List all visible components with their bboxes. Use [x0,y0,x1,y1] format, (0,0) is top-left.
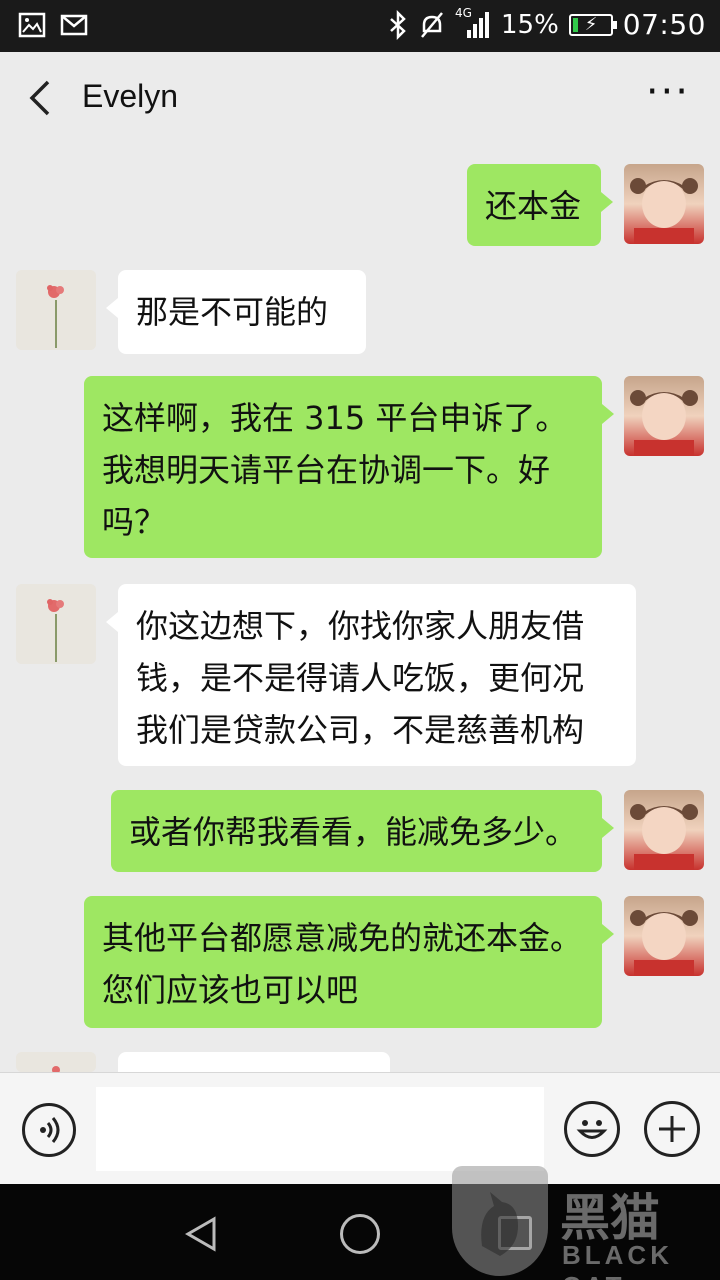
nav-home-icon[interactable] [340,1214,380,1254]
message-text: 或者你帮我看看，能减免多少。 [129,813,578,851]
my-avatar[interactable] [624,164,704,244]
network-type: 4G [455,5,472,20]
message-bubble-received[interactable]: 你这边想下，你找你家人朋友借 钱，是不是得请人吃饭，更何况 我们是贷款公司，不是… [106,584,636,766]
message-bubble-sent[interactable]: 其他平台都愿意减免的就还本金。 您们应该也可以吧 [84,896,614,1028]
message-line: 这样啊，我在 315 平台申诉了。 [102,399,568,437]
contact-avatar[interactable] [16,1052,96,1072]
contact-name: Evelyn [82,78,179,114]
message-text: 那是不可能的 [136,293,329,331]
watermark-brand-en: BLACK CAT [562,1240,673,1280]
message-line: 你这边想下，你找你家人朋友借 [136,607,585,645]
back-arrow-icon[interactable] [22,78,62,118]
message-line: 吗？ [102,503,167,541]
plus-icon[interactable] [644,1101,700,1157]
status-bar: 4G 15% ⚡ 07:50 [0,0,720,52]
input-bar [0,1072,720,1184]
message-line: 我想明天请平台在协调一下。好 [102,451,551,489]
message-input[interactable] [96,1087,544,1171]
clock: 07:50 [622,8,706,41]
emoji-icon[interactable] [564,1101,620,1157]
mute-icon [421,11,443,38]
bluetooth-icon [390,9,406,40]
more-options-icon[interactable]: ··· [646,72,690,112]
message-text: 还本金 [485,187,582,225]
battery-icon: ⚡ [568,13,617,36]
message-bubble-sent[interactable]: 这样啊，我在 315 平台申诉了。 我想明天请平台在协调一下。好 吗？ [84,376,614,558]
message-bubble-sent[interactable]: 还本金 [467,164,613,246]
my-avatar[interactable] [624,790,704,870]
message-bubble-sent[interactable]: 或者你帮我看看，能减免多少。 [111,790,614,872]
watermark-logo [452,1166,548,1276]
contact-avatar[interactable] [16,584,96,664]
my-avatar[interactable] [624,896,704,976]
message-line: 您们应该也可以吧 [102,971,359,1009]
chat-header: Evelyn ··· [0,52,720,144]
message-bubble-received[interactable] [118,1052,390,1072]
my-avatar[interactable] [624,376,704,456]
message-line: 钱，是不是得请人吃饭，更何况 [136,659,585,697]
contact-avatar[interactable] [16,270,96,350]
battery-percent: 15% [501,9,559,40]
message-line: 我们是贷款公司，不是慈善机构 [136,711,585,749]
mail-icon [60,14,88,36]
gallery-icon [18,12,46,38]
nav-back-icon[interactable] [184,1216,218,1252]
message-bubble-received[interactable]: 那是不可能的 [106,270,366,354]
voice-input-icon[interactable] [22,1103,76,1157]
message-line: 其他平台都愿意减免的就还本金。 [102,919,583,957]
